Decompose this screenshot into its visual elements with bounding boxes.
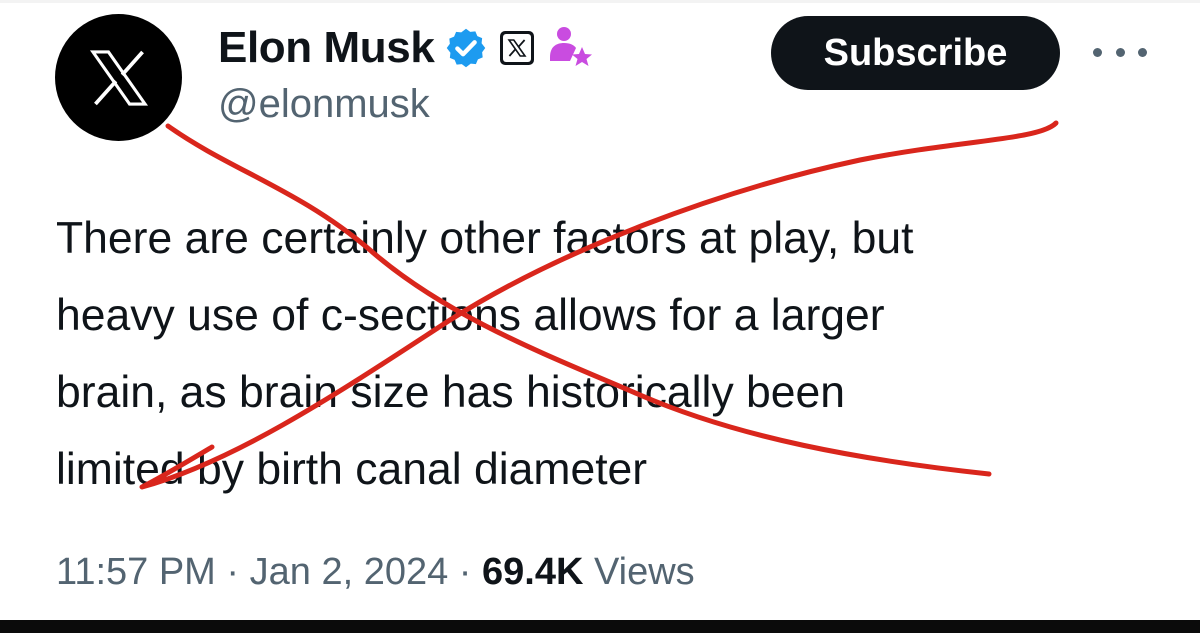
x-logo-small-icon <box>507 39 527 57</box>
tweet-time[interactable]: 11:57 PM <box>56 551 216 593</box>
more-dot <box>1093 47 1102 57</box>
more-options-icon[interactable] <box>1093 38 1147 66</box>
more-dot <box>1115 47 1125 57</box>
tweet-meta: 11:57 PM · Jan 2, 2024 · 69.4K Views <box>56 551 695 594</box>
verified-badge-icon[interactable] <box>444 26 488 70</box>
affiliate-badge[interactable] <box>500 31 535 65</box>
tweet-line: brain, as brain size has historically be… <box>56 368 846 417</box>
top-edge <box>0 0 1200 3</box>
tweet-date[interactable]: Jan 2, 2024 <box>250 551 449 593</box>
meta-separator: · <box>215 551 250 593</box>
bottom-edge <box>0 620 1200 633</box>
meta-separator: · <box>448 551 483 593</box>
affiliate-badge-inner <box>503 34 532 62</box>
tweet-screenshot: Elon Musk @elonmusk Subscribe There are … <box>0 0 1200 633</box>
x-logo-icon <box>89 49 148 106</box>
tweet-line: limited by birth canal diameter <box>56 445 648 494</box>
tweet-line: There are certainly other factors at pla… <box>56 214 914 263</box>
subscriber-star-icon[interactable] <box>546 23 596 73</box>
tweet-line: heavy use of c-sections allows for a lar… <box>56 291 885 340</box>
author-name-row: Elon Musk <box>218 18 596 78</box>
more-dot <box>1138 47 1147 57</box>
avatar[interactable] <box>55 14 182 141</box>
views-count[interactable]: 69.4K <box>482 551 583 593</box>
author-handle[interactable]: @elonmusk <box>218 82 430 127</box>
display-name[interactable]: Elon Musk <box>218 23 435 73</box>
subscribe-button[interactable]: Subscribe <box>771 16 1060 90</box>
tweet-text: There are certainly other factors at pla… <box>56 200 1166 508</box>
views-label[interactable]: Views <box>583 551 695 593</box>
